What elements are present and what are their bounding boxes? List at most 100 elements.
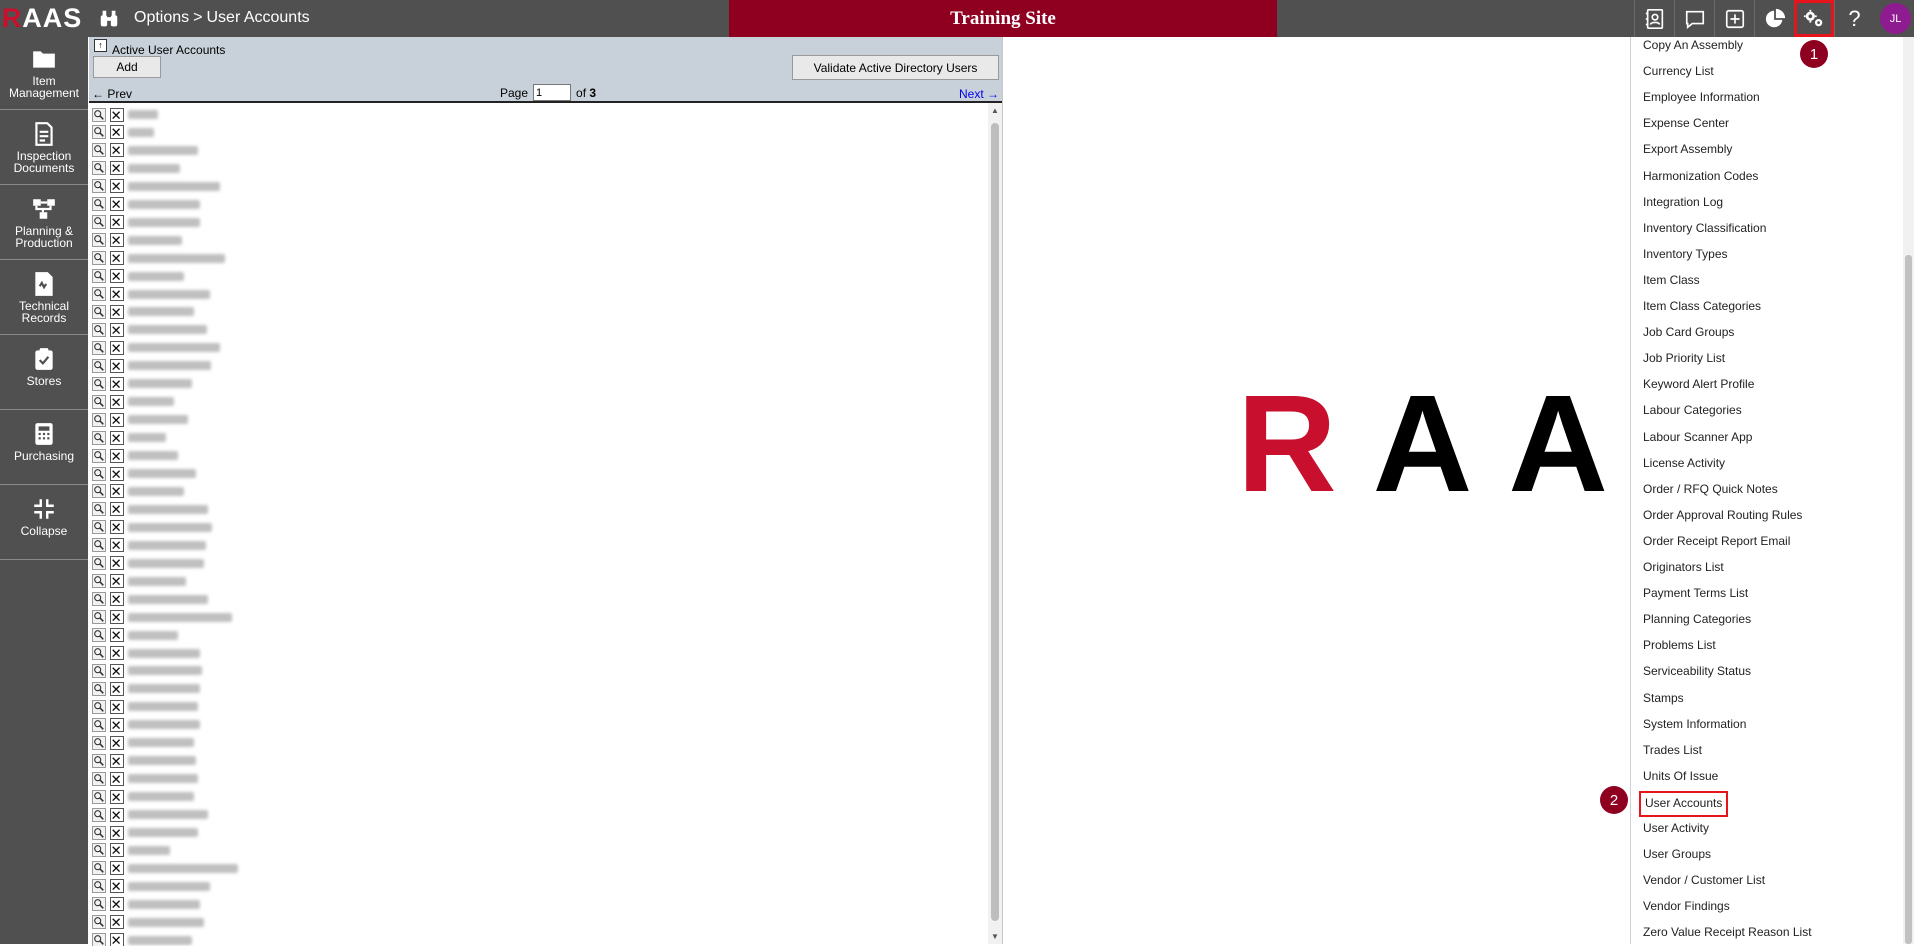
view-magnifier-icon[interactable] (92, 251, 106, 266)
menu-item-originators-list[interactable]: Originators List (1643, 556, 1724, 578)
menu-item-expense-center[interactable]: Expense Center (1643, 112, 1729, 134)
delete-x-icon[interactable] (110, 771, 124, 786)
sidebar-item-purchasing[interactable]: Purchasing (0, 412, 88, 485)
delete-x-icon[interactable] (110, 663, 124, 678)
user-name-redacted[interactable] (128, 648, 200, 658)
user-name-redacted[interactable] (128, 540, 206, 550)
menu-item-inventory-classification[interactable]: Inventory Classification (1643, 217, 1766, 239)
user-name-redacted[interactable] (128, 486, 184, 496)
view-magnifier-icon[interactable] (92, 592, 106, 607)
view-magnifier-icon[interactable] (92, 556, 106, 571)
menu-item-order-approval-routing-rules[interactable]: Order Approval Routing Rules (1643, 504, 1802, 526)
view-magnifier-icon[interactable] (92, 466, 106, 481)
scroll-up-icon[interactable]: ▲ (991, 106, 999, 115)
menu-item-order-rfq-quick-notes[interactable]: Order / RFQ Quick Notes (1643, 478, 1778, 500)
view-magnifier-icon[interactable] (92, 897, 106, 912)
delete-x-icon[interactable] (110, 735, 124, 750)
user-avatar[interactable]: JL (1880, 3, 1911, 34)
chat-button[interactable] (1674, 0, 1714, 37)
delete-x-icon[interactable] (110, 897, 124, 912)
menu-item-user-groups[interactable]: User Groups (1643, 843, 1711, 865)
view-magnifier-icon[interactable] (92, 825, 106, 840)
settings-button[interactable] (1794, 0, 1834, 37)
user-name-redacted[interactable] (128, 756, 196, 766)
view-magnifier-icon[interactable] (92, 430, 106, 445)
view-magnifier-icon[interactable] (92, 879, 106, 894)
menu-item-stamps[interactable]: Stamps (1643, 687, 1684, 709)
delete-x-icon[interactable] (110, 933, 124, 946)
view-magnifier-icon[interactable] (92, 233, 106, 248)
user-name-redacted[interactable] (128, 845, 170, 855)
user-name-redacted[interactable] (128, 271, 184, 281)
user-name-redacted[interactable] (128, 810, 208, 820)
user-name-redacted[interactable] (128, 935, 192, 945)
user-name-redacted[interactable] (128, 307, 194, 317)
delete-x-icon[interactable] (110, 107, 124, 122)
menu-item-integration-log[interactable]: Integration Log (1643, 191, 1723, 213)
menu-item-units-of-issue[interactable]: Units Of Issue (1643, 765, 1718, 787)
user-name-redacted[interactable] (128, 397, 174, 407)
delete-x-icon[interactable] (110, 394, 124, 409)
scroll-down-icon[interactable]: ▼ (991, 932, 999, 941)
user-name-redacted[interactable] (128, 702, 198, 712)
view-magnifier-icon[interactable] (92, 574, 106, 589)
user-name-redacted[interactable] (128, 235, 182, 245)
user-name-redacted[interactable] (128, 253, 225, 263)
binoculars-icon[interactable] (98, 8, 120, 30)
prev-page-link[interactable]: ← Prev (92, 87, 132, 101)
delete-x-icon[interactable] (110, 861, 124, 876)
delete-x-icon[interactable] (110, 556, 124, 571)
user-name-redacted[interactable] (128, 863, 238, 873)
breadcrumb-options[interactable]: Options (134, 9, 189, 26)
list-scrollbar[interactable]: ▲ ▼ (988, 103, 1002, 944)
view-magnifier-icon[interactable] (92, 789, 106, 804)
menu-item-labour-scanner-app[interactable]: Labour Scanner App (1643, 426, 1752, 448)
user-name-redacted[interactable] (128, 217, 200, 227)
menu-item-job-card-groups[interactable]: Job Card Groups (1643, 321, 1734, 343)
view-magnifier-icon[interactable] (92, 358, 106, 373)
user-name-redacted[interactable] (128, 361, 211, 371)
menu-item-labour-categories[interactable]: Labour Categories (1643, 399, 1742, 421)
menu-item-keyword-alert-profile[interactable]: Keyword Alert Profile (1643, 373, 1754, 395)
view-magnifier-icon[interactable] (92, 502, 106, 517)
user-name-redacted[interactable] (128, 630, 178, 640)
view-magnifier-icon[interactable] (92, 340, 106, 355)
view-magnifier-icon[interactable] (92, 269, 106, 284)
delete-x-icon[interactable] (110, 179, 124, 194)
user-name-redacted[interactable] (128, 379, 192, 389)
view-magnifier-icon[interactable] (92, 394, 106, 409)
user-name-redacted[interactable] (128, 612, 232, 622)
contacts-button[interactable] (1634, 0, 1674, 37)
user-name-redacted[interactable] (128, 289, 210, 299)
view-magnifier-icon[interactable] (92, 287, 106, 301)
user-name-redacted[interactable] (128, 415, 188, 425)
user-name-redacted[interactable] (128, 110, 158, 119)
sidebar-item-stores[interactable]: Stores (0, 337, 88, 410)
menu-item-user-accounts[interactable]: User Accounts (1639, 790, 1729, 817)
delete-x-icon[interactable] (110, 412, 124, 427)
page-number-input[interactable] (533, 84, 572, 101)
list-scrollbar-thumb[interactable] (991, 123, 999, 921)
delete-x-icon[interactable] (110, 197, 124, 212)
delete-x-icon[interactable] (110, 143, 124, 158)
user-name-redacted[interactable] (128, 181, 220, 191)
reports-button[interactable] (1754, 0, 1794, 37)
user-name-redacted[interactable] (128, 163, 180, 173)
view-magnifier-icon[interactable] (92, 753, 106, 768)
view-magnifier-icon[interactable] (92, 699, 106, 714)
delete-x-icon[interactable] (110, 358, 124, 373)
delete-x-icon[interactable] (110, 430, 124, 445)
menu-item-job-priority-list[interactable]: Job Priority List (1643, 347, 1725, 369)
menu-item-inventory-types[interactable]: Inventory Types (1643, 243, 1728, 265)
delete-x-icon[interactable] (110, 466, 124, 481)
user-name-redacted[interactable] (128, 145, 198, 155)
delete-x-icon[interactable] (110, 592, 124, 607)
menu-item-vendor-findings[interactable]: Vendor Findings (1643, 895, 1730, 917)
delete-x-icon[interactable] (110, 574, 124, 589)
delete-x-icon[interactable] (110, 915, 124, 930)
delete-x-icon[interactable] (110, 681, 124, 696)
delete-x-icon[interactable] (110, 753, 124, 768)
user-name-redacted[interactable] (128, 594, 208, 604)
delete-x-icon[interactable] (110, 251, 124, 266)
delete-x-icon[interactable] (110, 376, 124, 391)
